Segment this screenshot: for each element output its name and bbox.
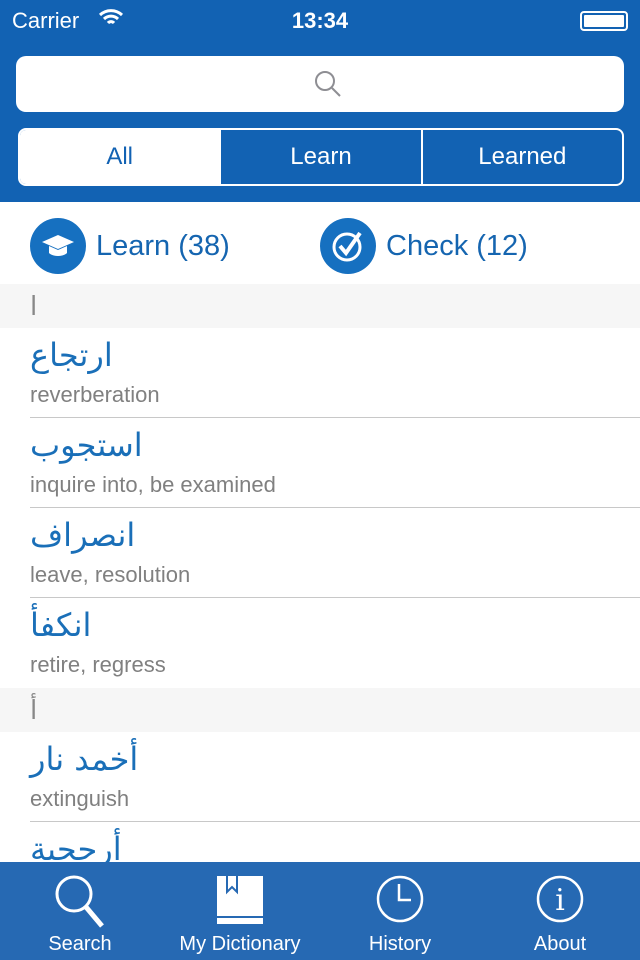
arabic-word: استجوب [30,426,143,464]
graduation-cap-icon [30,218,86,274]
list-item[interactable]: أخمد نار extinguish [0,732,640,822]
section-header: أ [0,688,640,732]
tab-history[interactable]: History [320,862,480,960]
tab-bar: Search My Dictionary History i About [0,862,640,960]
segment-all[interactable]: All [20,130,220,184]
arabic-word: انكفأ [30,606,92,644]
learn-label: Learn (38) [96,229,230,262]
list-item[interactable]: ارتجاع reverberation [0,328,640,418]
learn-button[interactable]: Learn (38) [30,218,230,274]
segment-learn[interactable]: Learn [219,130,420,184]
book-icon [217,876,263,924]
header: Carrier 13:34 All Learn Learned [0,0,640,202]
word-list: ا ارتجاع reverberation استجوب inquire into… [0,284,640,912]
tab-label: Search [48,933,112,955]
translation: leave, resolution [30,562,191,587]
section-header: ا [0,284,640,328]
list-item[interactable]: استجوب inquire into, be examined [0,418,640,508]
translation: reverberation [30,382,160,407]
clock: 13:34 [291,8,349,33]
arabic-word: انصراف [30,516,136,554]
battery-icon [580,11,628,31]
info-icon: i [536,875,584,923]
tab-search[interactable]: Search [0,862,160,960]
status-bar: Carrier 13:34 [0,0,640,40]
list-item[interactable]: انصراف leave, resolution [0,508,640,598]
search-icon [315,71,341,97]
tab-about[interactable]: i About [480,862,640,960]
segment-learned[interactable]: Learned [420,130,622,184]
tab-my-dictionary[interactable]: My Dictionary [160,862,320,960]
clock-icon [376,875,424,923]
translation: retire, regress [30,652,166,677]
translation: inquire into, be examined [30,472,276,497]
svg-text:i: i [555,883,565,918]
translation: extinguish [30,786,130,811]
tab-label: About [533,933,587,955]
checkmark-icon [320,218,376,274]
list-item[interactable]: انكفأ retire, regress [0,598,640,688]
tab-label: History [368,933,432,955]
check-button[interactable]: Check (12) [320,218,528,274]
arabic-word: ارتجاع [30,336,113,374]
action-bar: Learn (38) Check (12) [0,202,640,284]
check-label: Check (12) [386,229,528,262]
filter-segmented-control: All Learn Learned [18,128,624,186]
tab-label: My Dictionary [179,933,301,955]
arabic-word: أخمد نار [30,740,139,778]
magnifier-icon [55,875,104,928]
search-input[interactable] [16,56,624,112]
